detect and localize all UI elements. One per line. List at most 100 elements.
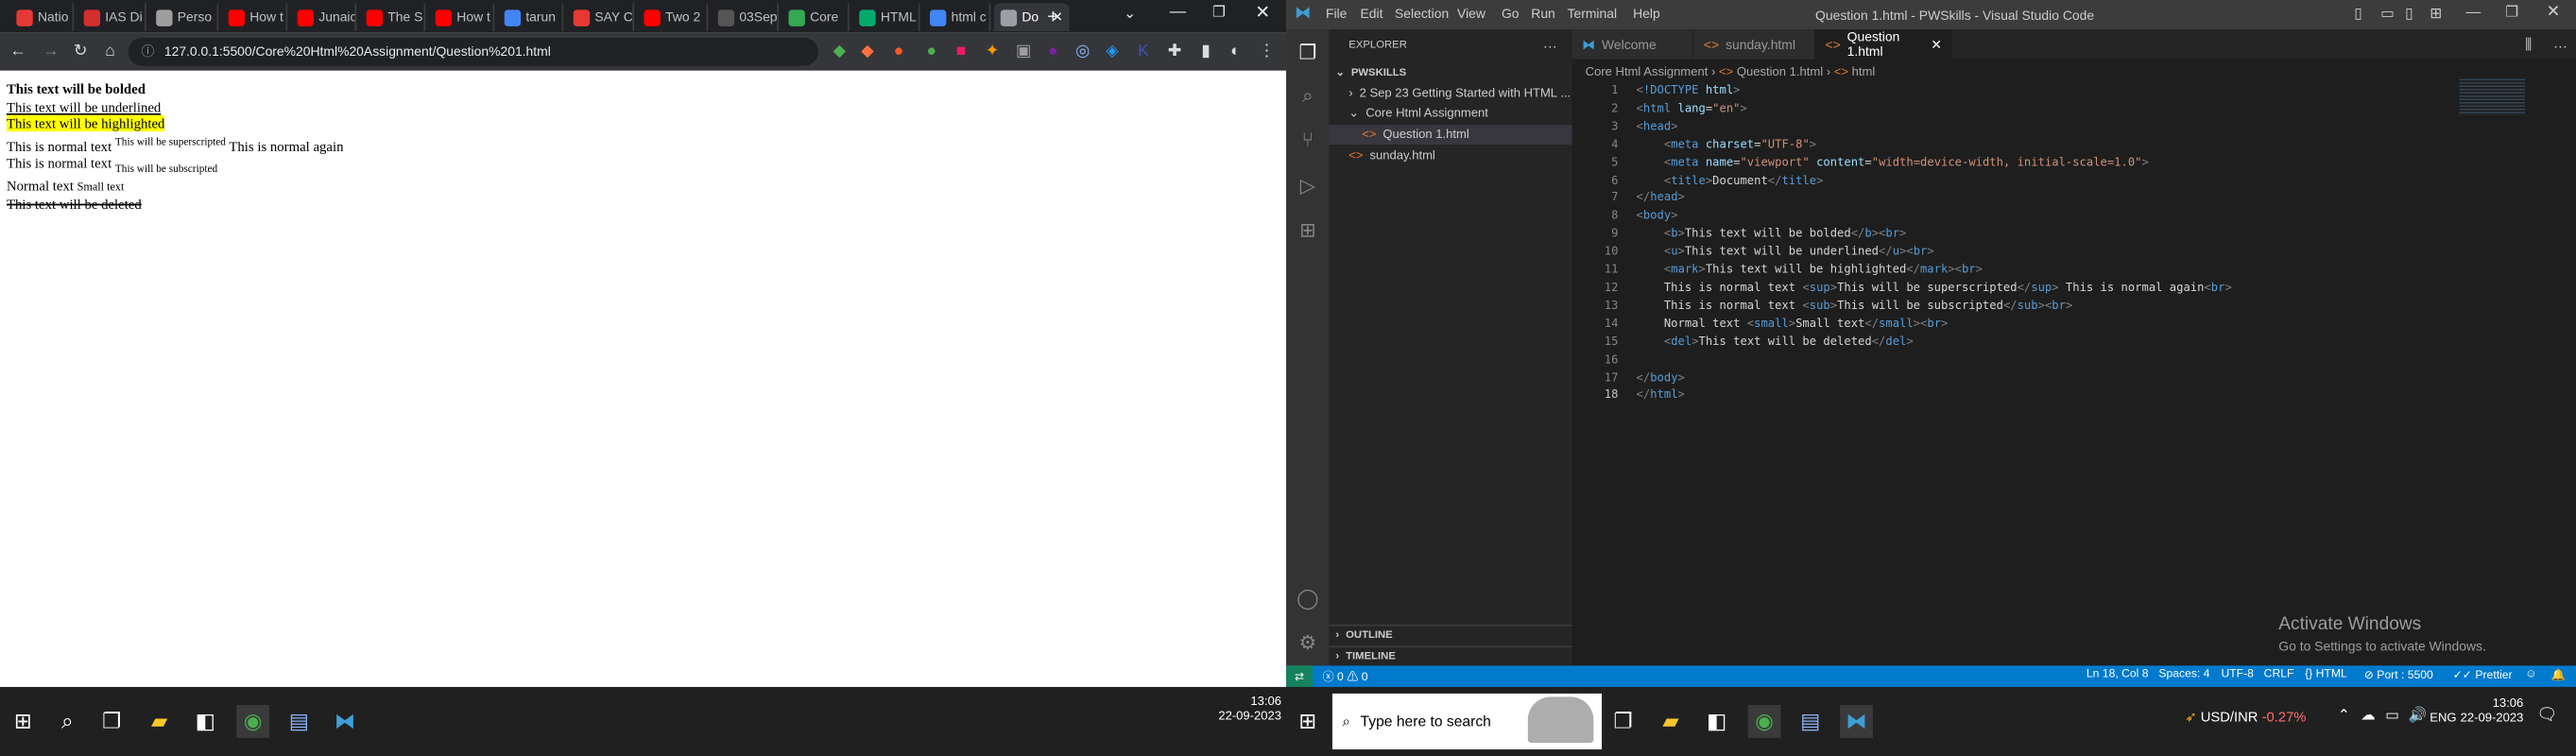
file-tree-item[interactable]: <> Question 1.html [1329, 124, 1572, 145]
browser-tab[interactable]: The S [360, 3, 426, 32]
remote-icon[interactable]: ⇄ [1286, 665, 1314, 687]
split-editor-icon[interactable]: ⫼ [2525, 36, 2532, 54]
layout-toggle-icon[interactable]: ▯ [2354, 5, 2362, 23]
chrome-icon[interactable]: ◉ [236, 705, 270, 738]
menu-edit[interactable]: Edit [1360, 7, 1382, 22]
browser-tab[interactable]: SAY C [567, 3, 635, 32]
prettier-status[interactable]: ✓✓ Prettier [2453, 669, 2513, 682]
reload-icon[interactable]: ↻ [69, 40, 92, 62]
browser-tab[interactable]: html c [923, 3, 991, 32]
file-explorer-icon[interactable]: ▰ [143, 705, 176, 738]
code-editor[interactable]: <!DOCTYPE html> <html lang="en"> <head> <m… [1637, 82, 2458, 404]
menu-run[interactable]: Run [1531, 7, 1555, 22]
account-icon[interactable]: ◯ [1295, 585, 1321, 611]
windows-start-icon[interactable]: ⊞ [1291, 705, 1324, 738]
cursor-position[interactable]: Ln 18, Col 8 [2087, 669, 2149, 680]
extension-icon[interactable]: ● [920, 40, 943, 62]
forward-arrow-icon[interactable]: → [40, 40, 62, 62]
live-server-port[interactable]: ⊘ Port : 5500 [2364, 669, 2433, 682]
info-icon[interactable]: ⓘ [142, 43, 155, 60]
browser-tab[interactable]: How t [222, 3, 288, 32]
extension-icon[interactable]: K [1132, 40, 1155, 62]
source-control-icon[interactable]: ⑂ [1295, 127, 1321, 153]
menu-help[interactable]: Help [1633, 7, 1660, 22]
new-tab-button[interactable]: + [1041, 5, 1064, 27]
search-icon[interactable]: ⌕ [1295, 82, 1321, 109]
restore-button[interactable]: ❐ [2505, 3, 2518, 21]
language-indicator[interactable]: ENG [2430, 710, 2456, 725]
windows-start-icon[interactable]: ⊞ [7, 705, 40, 738]
extension-icon[interactable]: ■ [950, 40, 972, 62]
menu-terminal[interactable]: Terminal [1568, 7, 1618, 22]
workspace-root[interactable]: ⌄ PWSKILLS [1329, 62, 1571, 82]
layout-toggle-icon[interactable]: ▯ [2405, 5, 2413, 23]
restore-button[interactable]: ❐ [1212, 3, 1226, 21]
file-tree-item[interactable]: ⌄ Core Html Assignment [1329, 103, 1571, 123]
network-icon[interactable]: ☁ [2361, 707, 2376, 725]
customize-layout-icon[interactable]: ⊞ [2430, 5, 2442, 23]
manage-gear-icon[interactable]: ⚙ [1295, 629, 1321, 656]
battery-icon[interactable]: ▭ [2385, 707, 2399, 725]
notifications-icon[interactable]: 🗨 [2536, 707, 2557, 725]
file-explorer-icon[interactable]: ▰ [1655, 705, 1688, 738]
menu-kebab-icon[interactable]: ⋮ [1255, 40, 1278, 62]
extension-icon[interactable]: ● [1041, 40, 1064, 62]
timeline-section[interactable]: › TIMELINE [1329, 645, 1572, 665]
feedback-icon[interactable]: ☺ [2525, 669, 2536, 680]
vscode-taskbar-icon[interactable]: ⧓ [329, 705, 362, 738]
indentation[interactable]: Spaces: 4 [2158, 669, 2209, 680]
extension-icon[interactable]: ◆ [856, 40, 879, 62]
browser-tab[interactable]: IAS Di [77, 3, 146, 32]
vscode-taskbar-icon[interactable]: ⧓ [1840, 705, 1873, 738]
tab-search-icon[interactable]: ⌄ [1124, 5, 1136, 23]
browser-tab[interactable]: Two 2 [638, 3, 709, 32]
tray-overflow-icon[interactable]: ⌃ [2338, 707, 2350, 725]
browser-tab[interactable]: Natio [9, 3, 75, 32]
extensions-icon[interactable]: ⊞ [1295, 217, 1321, 244]
extension-icon[interactable]: ✦ [981, 40, 1004, 62]
minimize-button[interactable]: — [1170, 3, 1186, 21]
file-tree-item[interactable]: <> sunday.html [1329, 146, 1571, 165]
side-panel-icon[interactable]: ▮ [1194, 40, 1217, 62]
minimap[interactable] [2459, 78, 2526, 115]
task-view-icon[interactable]: ❐ [95, 705, 129, 738]
close-tab-icon[interactable]: ✕ [1931, 37, 1942, 52]
browser-tab[interactable]: Perso [149, 3, 219, 32]
run-debug-icon[interactable]: ▷ [1295, 173, 1321, 199]
close-window-button[interactable]: ✕ [2547, 3, 2561, 21]
search-icon[interactable]: ⌕ [51, 705, 84, 738]
stock-ticker[interactable]: ➶ USD/INR -0.27% [2185, 709, 2306, 727]
menu-view[interactable]: View [1457, 7, 1485, 22]
file-tree-item[interactable]: › 2 Sep 23 Getting Started with HTML ... [1329, 82, 1571, 102]
clock-left[interactable]: 13:06 22-09-2023 [1215, 694, 1281, 723]
browser-tab[interactable]: Junaic [291, 3, 357, 32]
menu-selection[interactable]: Selection [1395, 7, 1449, 22]
language-mode[interactable]: {} HTML [2305, 669, 2347, 680]
layout-toggle-icon[interactable]: ▭ [2380, 5, 2395, 23]
tab-sunday-html[interactable]: <> sunday.html [1693, 29, 1816, 60]
extension-icon[interactable]: ▣ [1012, 40, 1035, 62]
task-view-icon[interactable]: ❐ [1606, 705, 1640, 738]
extension-icon[interactable]: ● [887, 40, 910, 62]
chrome-icon[interactable]: ◉ [1747, 705, 1781, 738]
avatar[interactable]: ◐ [1224, 40, 1246, 62]
outline-section[interactable]: › OUTLINE [1329, 624, 1572, 644]
minimize-button[interactable]: — [2465, 3, 2481, 19]
extension-icon[interactable]: ◎ [1072, 40, 1094, 62]
tab-welcome[interactable]: ⧓ Welcome [1571, 29, 1694, 60]
app-icon[interactable]: ▤ [1794, 705, 1827, 738]
store-icon[interactable]: ◧ [189, 705, 222, 738]
volume-icon[interactable]: 🔊 [2409, 707, 2428, 725]
menu-go[interactable]: Go [1502, 7, 1520, 22]
home-icon[interactable]: ⌂ [98, 40, 121, 62]
browser-tab[interactable]: tarun [498, 3, 564, 32]
store-icon[interactable]: ◧ [1700, 705, 1733, 738]
encoding[interactable]: UTF-8 [2221, 669, 2253, 680]
explorer-files-icon[interactable]: ❐ [1295, 40, 1321, 66]
clock[interactable]: 13:06 22-09-2023 [2458, 696, 2524, 725]
more-actions-icon[interactable]: … [1542, 35, 1557, 51]
tab-question-1-html[interactable]: <> Question 1.html ✕ [1815, 29, 1954, 60]
browser-tab[interactable]: 03Sep [712, 3, 780, 32]
browser-tab[interactable]: HTML [852, 3, 920, 32]
more-actions-icon[interactable]: … [2553, 35, 2568, 51]
